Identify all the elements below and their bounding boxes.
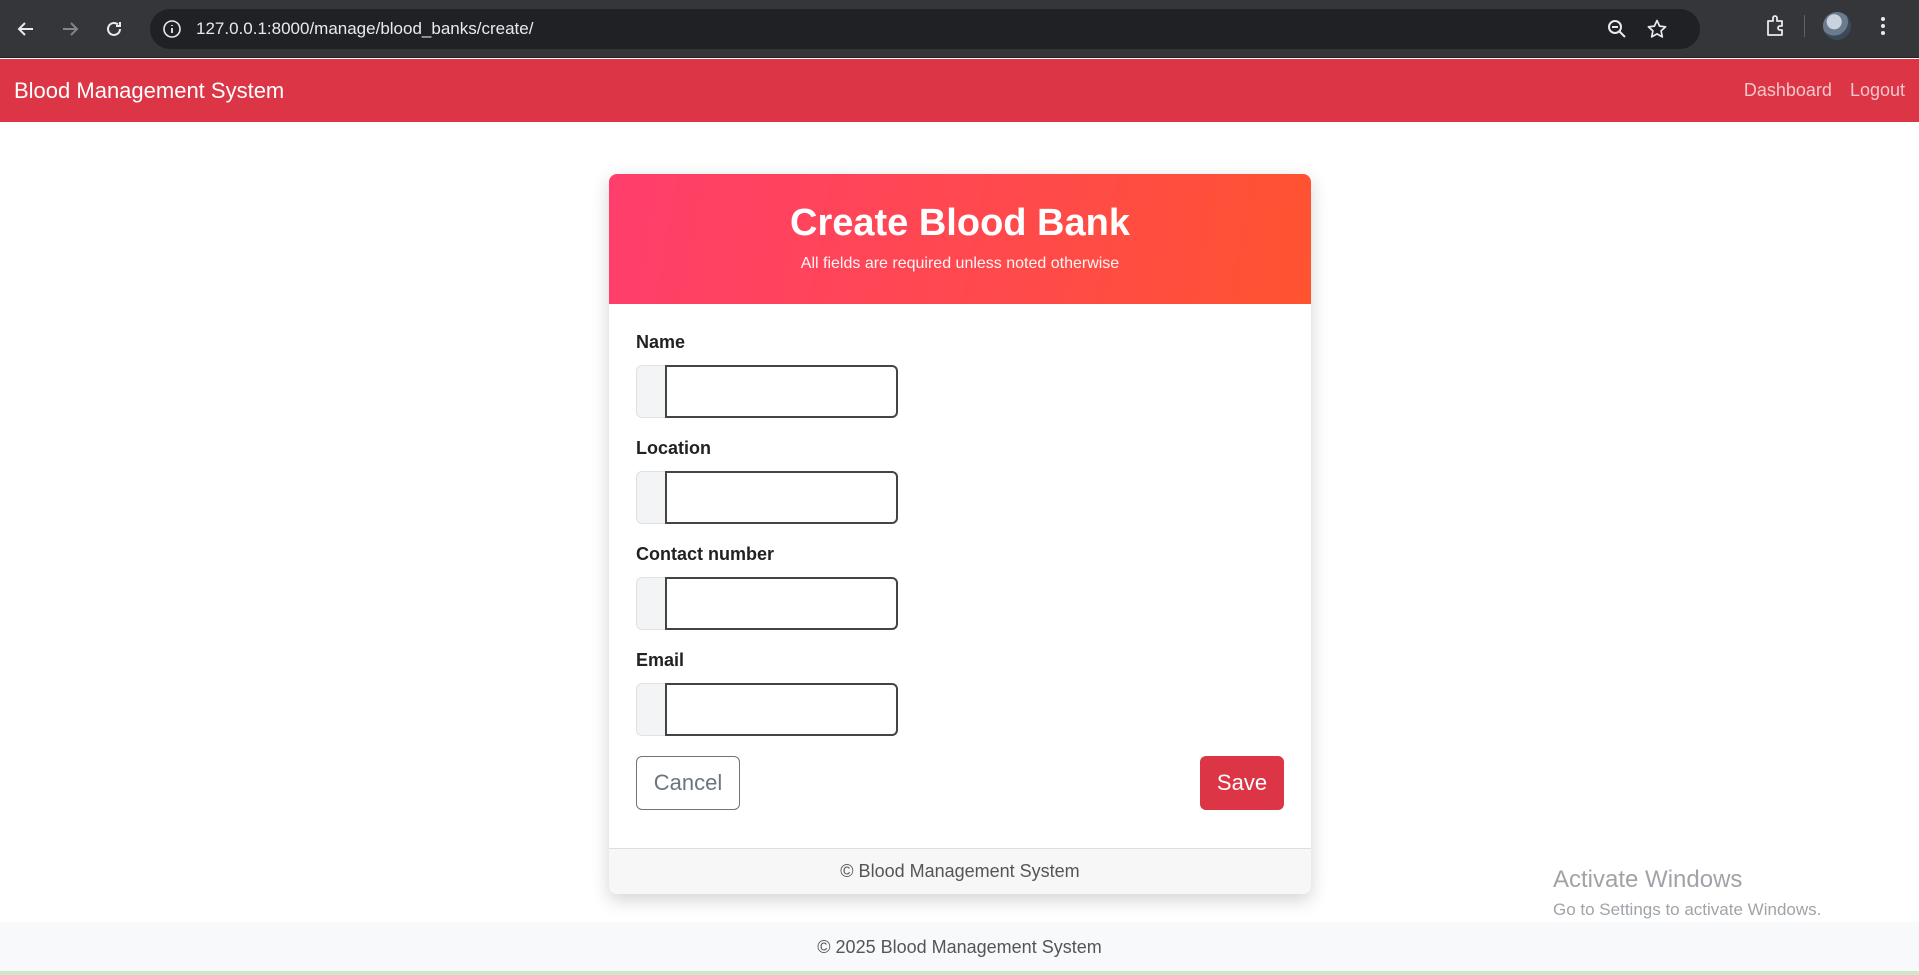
forward-button[interactable]: [52, 11, 88, 47]
save-button[interactable]: Save: [1200, 756, 1284, 810]
card-header: Create Blood Bank All fields are require…: [609, 174, 1311, 304]
email-label: Email: [636, 650, 685, 670]
page-title: Create Blood Bank: [790, 202, 1130, 244]
address-bar[interactable]: 127.0.0.1:8000/manage/blood_banks/create…: [150, 9, 1700, 49]
profile-avatar-icon[interactable]: [1823, 12, 1851, 40]
bookmark-star-icon[interactable]: [1646, 18, 1668, 40]
site-info-icon[interactable]: [162, 19, 182, 39]
nav-link-dashboard[interactable]: Dashboard: [1744, 80, 1832, 101]
form-actions: Cancel Save: [636, 756, 1284, 810]
name-field-group: Name: [636, 332, 1284, 418]
back-arrow-icon: [17, 21, 33, 36]
name-input[interactable]: [665, 365, 898, 418]
toolbar-divider: [1804, 15, 1805, 37]
page-subtitle: All fields are required unless noted oth…: [800, 255, 1120, 272]
nav-links: Dashboard Logout: [1744, 80, 1905, 101]
watermark-title: Activate Windows: [1553, 866, 1743, 893]
name-addon: [636, 365, 665, 418]
name-label: Name: [636, 332, 686, 352]
reload-icon: [107, 21, 121, 36]
email-input[interactable]: [665, 683, 898, 736]
location-addon: [636, 471, 665, 524]
activate-windows-watermark: Activate Windows Go to Settings to activ…: [1553, 866, 1821, 920]
zoom-icon[interactable]: [1606, 18, 1628, 40]
email-field-group: Email: [636, 650, 1284, 736]
location-field-group: Location: [636, 438, 1284, 524]
page-footer: © 2025 Blood Management System: [0, 922, 1919, 972]
url-text[interactable]: 127.0.0.1:8000/manage/blood_banks/create…: [196, 19, 533, 39]
more-menu-icon[interactable]: [1873, 12, 1893, 40]
contact-number-input[interactable]: [665, 577, 898, 630]
navbar-brand[interactable]: Blood Management System: [14, 78, 284, 104]
watermark-subtitle: Go to Settings to activate Windows.: [1553, 900, 1822, 919]
contact-number-addon: [636, 577, 665, 630]
cancel-button[interactable]: Cancel: [636, 756, 740, 810]
back-button[interactable]: [8, 11, 44, 47]
create-blood-bank-card: Create Blood Bank All fields are require…: [609, 174, 1311, 894]
extensions-icon[interactable]: [1762, 12, 1790, 40]
form: Name Location Contact number Email Cance…: [609, 304, 1311, 810]
bottom-border: [0, 971, 1919, 975]
card-footer: © Blood Management System: [609, 848, 1311, 894]
reload-button[interactable]: [96, 11, 132, 47]
contact-number-label: Contact number: [636, 544, 775, 564]
forward-arrow-icon: [63, 21, 79, 36]
location-label: Location: [636, 438, 711, 458]
location-input[interactable]: [665, 471, 898, 524]
app-navbar: Blood Management System Dashboard Logout: [0, 59, 1919, 122]
email-addon: [636, 683, 665, 736]
browser-toolbar: 127.0.0.1:8000/manage/blood_banks/create…: [0, 0, 1919, 58]
contact-number-field-group: Contact number: [636, 544, 1284, 630]
nav-link-logout[interactable]: Logout: [1850, 80, 1905, 101]
